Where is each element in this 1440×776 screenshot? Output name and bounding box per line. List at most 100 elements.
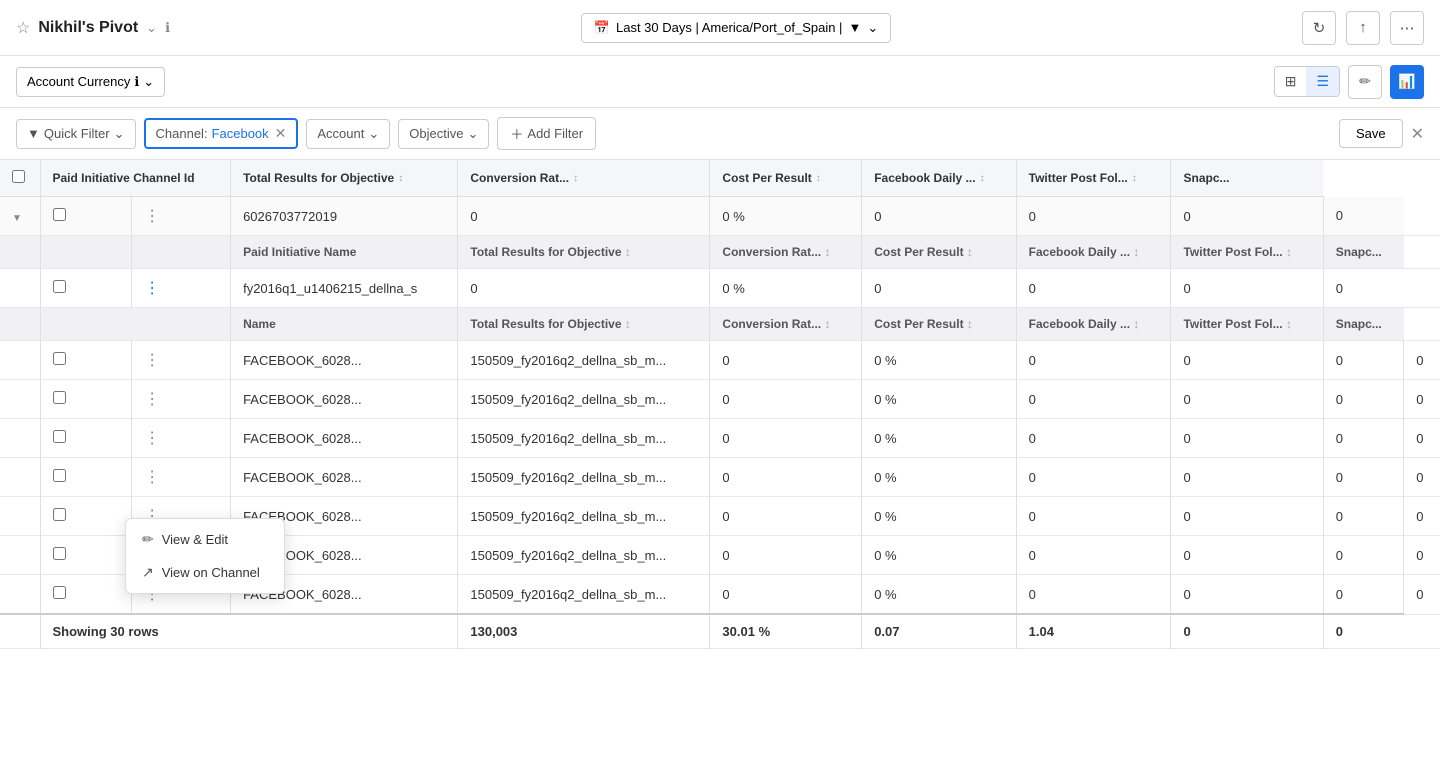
row-results-cell: 0: [458, 269, 710, 308]
date-range-button[interactable]: 📅 Last 30 Days | America/Port_of_Spain |…: [581, 13, 891, 43]
header-facebook-daily: Facebook Daily ... ↕: [862, 160, 1016, 197]
row-actions-cell: ⋮: [132, 197, 231, 236]
list-view-button[interactable]: ☰: [1306, 67, 1339, 96]
objective-filter-button[interactable]: Objective ⌄: [398, 119, 489, 149]
channel-chip-value: Facebook: [212, 126, 269, 141]
table-row: ⋮ FACEBOOK_6028... 150509_fy2016q2_delln…: [0, 380, 1440, 419]
header-facebook-daily-label: Facebook Daily ...: [874, 171, 975, 185]
objective-filter-label: Objective: [409, 126, 463, 141]
footer-conversion-total: 30.01 %: [710, 614, 862, 649]
grid-view-button[interactable]: ⊞: [1275, 67, 1307, 96]
row-checkbox[interactable]: [53, 391, 66, 404]
header-cost-label: Cost Per Result: [722, 171, 811, 185]
top-bar: ☆ Nikhil's Pivot ⌄ ℹ 📅 Last 30 Days | Am…: [0, 0, 1440, 56]
twitter-sort-icon[interactable]: ↕: [1132, 173, 1137, 184]
footer-results-total: 130,003: [458, 614, 710, 649]
row-checkbox[interactable]: [53, 469, 66, 482]
quick-filter-chevron: ⌄: [114, 126, 125, 142]
sub-header-row: Paid Initiative Name Total Results for O…: [0, 236, 1440, 269]
row-expand: ▼: [0, 197, 40, 236]
table-row: ⋮ FACEBOOK_6028... 150509_fy2016q2_delln…: [0, 341, 1440, 380]
channel-chip-label: Channel:: [156, 126, 208, 141]
cost-sort-icon[interactable]: ↕: [816, 173, 821, 184]
sub-header-results-label: Total Results for Objective ↕: [458, 236, 710, 269]
row-actions-button[interactable]: ⋮: [144, 389, 160, 409]
plus-icon: ＋: [510, 124, 523, 143]
data-table-container: Paid Initiative Channel Id Total Results…: [0, 160, 1440, 776]
row-checkbox[interactable]: [53, 547, 66, 560]
results-sort-icon[interactable]: ↕: [398, 173, 403, 184]
row-channel-cell: FACEBOOK_6028...: [231, 341, 458, 380]
header-twitter: Twitter Post Fol... ↕: [1016, 160, 1171, 197]
row-facebook-cell: 0: [1016, 269, 1171, 308]
row-checkbox[interactable]: [53, 208, 66, 221]
row-name-cell: fy2016q1_u1406215_dellna_s: [231, 269, 458, 308]
table-footer-row: Showing 30 rows 130,003 30.01 % 0.07 1.0…: [0, 614, 1440, 649]
expand-icon[interactable]: ▼: [12, 213, 22, 224]
chart-button[interactable]: 📊: [1390, 65, 1424, 99]
account-currency-button[interactable]: Account Currency ℹ ⌄: [16, 67, 165, 97]
more-options-button[interactable]: ⋯: [1390, 11, 1424, 45]
add-filter-button[interactable]: ＋ Add Filter: [497, 117, 596, 150]
header-results: Total Results for Objective ↕: [231, 160, 458, 197]
account-filter-button[interactable]: Account ⌄: [306, 119, 390, 149]
quick-filter-button[interactable]: ▼ Quick Filter ⌄: [16, 119, 136, 149]
edit-menu-icon: ✏: [142, 531, 154, 548]
save-button[interactable]: Save: [1339, 119, 1403, 148]
external-menu-icon: ↗: [142, 564, 154, 581]
group-twitter-cell: 0: [1171, 197, 1323, 236]
row-actions-button[interactable]: ⋮: [144, 467, 160, 487]
filter-funnel-icon: ▼: [27, 126, 40, 141]
sub-header-name-label: Paid Initiative Name: [231, 236, 458, 269]
account-filter-label: Account: [317, 126, 364, 141]
refresh-button[interactable]: ↻: [1302, 11, 1336, 45]
footer-snapchat-total: 0: [1323, 614, 1403, 649]
facebook-sort-icon[interactable]: ↕: [980, 173, 985, 184]
sub-header-snapchat-label: Snapc...: [1323, 236, 1403, 269]
date-range-label: Last 30 Days | America/Port_of_Spain |: [616, 20, 842, 35]
export-button[interactable]: ↑: [1346, 11, 1380, 45]
view-channel-menu-item[interactable]: ↗ View on Channel: [126, 556, 284, 589]
row-actions-button[interactable]: ⋮: [144, 206, 160, 226]
sub-bar-left: Account Currency ℹ ⌄: [16, 67, 165, 97]
sub-header-conversion-label: Conversion Rat... ↕: [710, 236, 862, 269]
date-range-section: 📅 Last 30 Days | America/Port_of_Spain |…: [581, 13, 891, 43]
sub-header2-results-label: Total Results for Objective ↕: [458, 308, 710, 341]
add-filter-label: Add Filter: [527, 126, 583, 141]
top-bar-right: ↻ ↑ ⋯: [1302, 11, 1424, 45]
header-snapchat: Snapc...: [1171, 160, 1323, 197]
row-checkbox[interactable]: [53, 586, 66, 599]
chevron-down-icon[interactable]: ⌄: [146, 20, 157, 36]
edit-button[interactable]: ✏: [1348, 65, 1382, 99]
row-checkbox[interactable]: [53, 430, 66, 443]
table-row: ⋮ fy2016q1_u1406215_dellna_s 0 0 % 0 0 0…: [0, 269, 1440, 308]
footer-showing-label: Showing 30 rows: [40, 614, 458, 649]
sub-header-facebook-label: Facebook Daily ... ↕: [1016, 236, 1171, 269]
star-icon[interactable]: ☆: [16, 18, 30, 38]
channel-chip-close[interactable]: ✕: [275, 125, 287, 142]
sub-bar: Account Currency ℹ ⌄ ⊞ ☰ ✏ 📊: [0, 56, 1440, 108]
select-all-checkbox[interactable]: [12, 170, 25, 183]
table-row: ▼ ⋮ 6026703772019 0 0 % 0 0 0 0: [0, 197, 1440, 236]
header-twitter-label: Twitter Post Fol...: [1029, 171, 1128, 185]
row-checkbox[interactable]: [53, 352, 66, 365]
row-actions-cell: ⋮: [132, 269, 231, 308]
row-checkbox[interactable]: [53, 280, 66, 293]
row-actions-button[interactable]: ⋮: [144, 428, 160, 448]
view-edit-label: View & Edit: [162, 532, 228, 547]
sub-header2-name-label: Name: [231, 308, 458, 341]
close-filter-button[interactable]: ✕: [1411, 124, 1424, 144]
row-actions-button[interactable]: ⋮: [144, 278, 160, 298]
group-results-cell: 0: [458, 197, 710, 236]
group-conversion-cell: 0 %: [710, 197, 862, 236]
view-edit-menu-item[interactable]: ✏ View & Edit: [126, 523, 284, 556]
info-icon[interactable]: ℹ: [165, 20, 170, 36]
currency-chevron-icon: ⌄: [143, 74, 154, 90]
header-channel-id-label: Paid Initiative Channel Id: [53, 171, 195, 185]
view-toggle: ⊞ ☰: [1274, 66, 1340, 97]
currency-label: Account Currency: [27, 74, 130, 89]
row-actions-button[interactable]: ⋮: [144, 350, 160, 370]
row-checkbox[interactable]: [53, 508, 66, 521]
table-row: ⋮ FACEBOOK_6028... 150509_fy2016q2_delln…: [0, 458, 1440, 497]
conversion-sort-icon[interactable]: ↕: [573, 173, 578, 184]
